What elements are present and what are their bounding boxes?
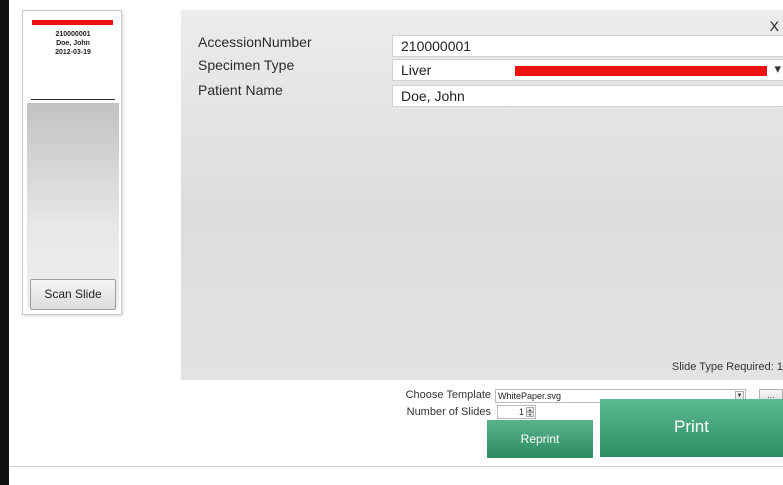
template-select-value: WhitePaper.svg [498, 391, 562, 401]
specimen-type-label: Specimen Type [198, 57, 295, 73]
bottom-divider [9, 466, 783, 467]
number-of-slides-label: Number of Slides [406, 406, 491, 418]
left-border [0, 0, 9, 485]
slide-type-required-label: Slide Type Required: 1 [671, 361, 783, 373]
decrement-icon[interactable]: ▼ [526, 412, 534, 417]
slide-patient: Doe, John [56, 40, 90, 47]
patient-name-label: Patient Name [198, 82, 283, 98]
close-button[interactable]: X [770, 18, 779, 34]
slide-body [27, 103, 119, 308]
stepper-buttons[interactable]: ▲ ▼ [526, 407, 534, 417]
slide-accession: 210000001 [55, 31, 91, 38]
patient-name-value: Doe, John [401, 88, 465, 104]
dropdown-arrow-icon[interactable]: ▾ [774, 59, 781, 79]
print-button[interactable]: Print [600, 399, 783, 457]
slide-divider [31, 99, 115, 100]
accession-number-field[interactable]: 210000001 [392, 35, 783, 57]
number-of-slides-stepper[interactable]: 1 ▲ ▼ [497, 405, 536, 419]
specimen-type-value: Liver [401, 62, 432, 78]
specimen-type-dropdown[interactable]: Liver ▾ [392, 59, 783, 81]
specimen-form-panel: X AccessionNumber 210000001 Specimen Typ… [181, 10, 783, 380]
slide-label-text: 210000001 Doe, John 2012-03-19 [23, 30, 123, 57]
reprint-button[interactable]: Reprint [487, 420, 593, 458]
number-of-slides-value: 1 [518, 407, 524, 417]
redaction-bar [515, 66, 767, 76]
accession-number-value: 210000001 [401, 38, 472, 54]
slide-date: 2012-03-19 [55, 49, 91, 56]
patient-name-field[interactable]: Doe, John [392, 85, 783, 107]
slide-label-red-bar [32, 20, 113, 25]
slide-preview-card: 210000001 Doe, John 2012-03-19 Scan Slid… [22, 10, 122, 315]
accession-number-label: AccessionNumber [198, 34, 312, 50]
scan-slide-button[interactable]: Scan Slide [30, 279, 116, 310]
choose-template-label: Choose Template [405, 389, 491, 401]
